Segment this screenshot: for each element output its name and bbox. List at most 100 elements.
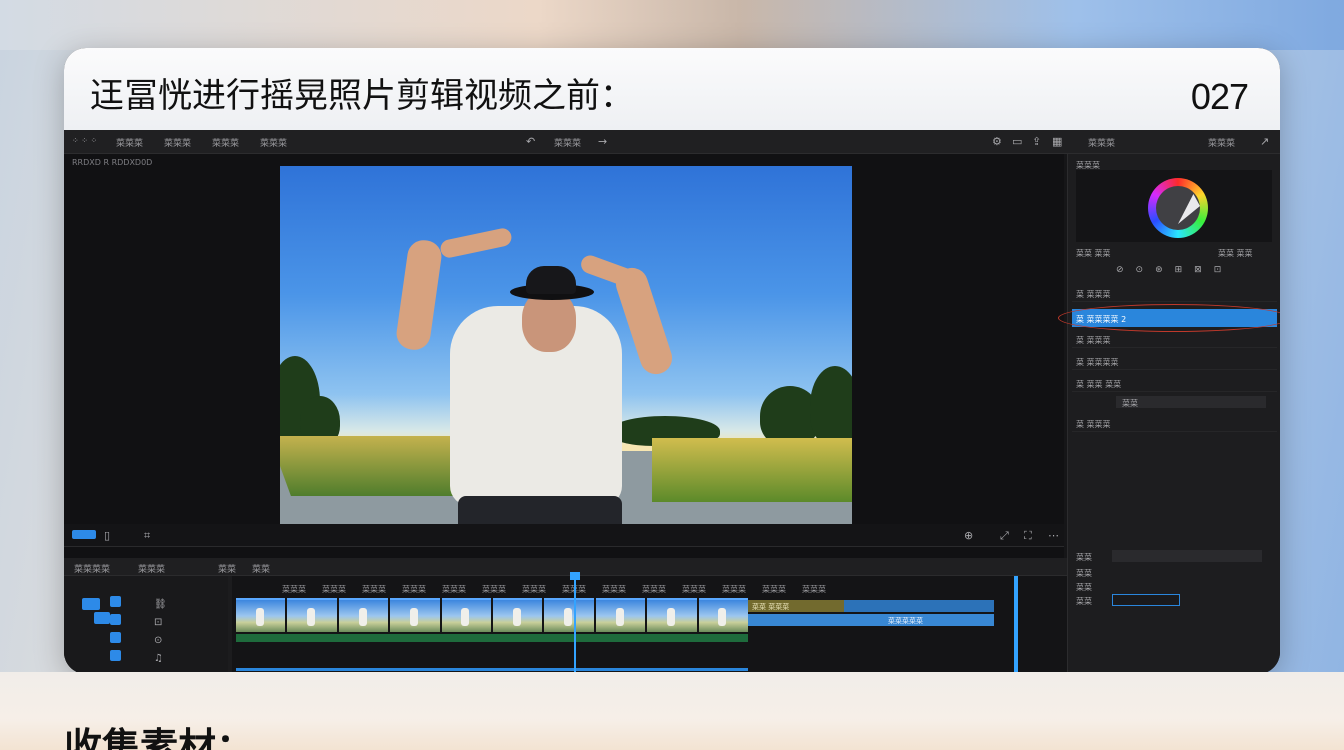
player-panel: RRDXD R RDDXD0D xyxy=(64,154,1064,534)
track-header-panel: ⛓ ⊡ ⊙ ♫ xyxy=(64,576,228,674)
playhead-handle[interactable] xyxy=(570,572,580,580)
viewer-controls: ▯ ⌗ ⊕ ⤢ ⛶ ⋯ xyxy=(64,524,1064,546)
marker-7: 菜菜菜 xyxy=(522,585,546,594)
video-preview[interactable] xyxy=(280,166,852,534)
clip-thumbnail[interactable] xyxy=(287,598,337,632)
eye-icon[interactable]: ⊙ xyxy=(154,636,162,646)
media-icon-2[interactable] xyxy=(94,612,110,624)
mute-icon[interactable]: ♫ xyxy=(154,654,163,664)
clip-thumbnail[interactable] xyxy=(338,598,389,632)
fullscreen-icon[interactable]: ⛶ xyxy=(1024,530,1032,541)
account-label[interactable]: 菜菜菜 xyxy=(1208,136,1235,149)
chat-icon[interactable]: ▭ xyxy=(1012,136,1022,147)
bottom-label-3: 菜菜 xyxy=(1076,583,1092,592)
inspector-row-3[interactable]: 菜 菜菜菜 xyxy=(1072,330,1277,348)
arrow-right-icon[interactable]: → xyxy=(598,136,607,147)
background-blur-top xyxy=(0,0,1344,50)
timeline-tab-4[interactable]: 菜菜 xyxy=(252,562,270,575)
clip-thumbnail[interactable] xyxy=(595,598,646,632)
undo-icon[interactable]: ↶ xyxy=(526,136,535,147)
zoom-icon[interactable]: ⊕ xyxy=(964,530,973,541)
editor-menubar: ⁘ ⁘ ⁘ 菜菜菜 菜菜菜 菜菜菜 菜菜菜 ↶ 菜菜菜 → ⚙ ▭ ⇪ ▦ 菜菜… xyxy=(64,130,1280,154)
inspector-row-selected[interactable]: 菜 菜菜菜菜 2 xyxy=(1058,304,1280,332)
clip-icon-4[interactable] xyxy=(110,650,121,661)
crop-icon[interactable]: ⌗ xyxy=(144,530,150,541)
timeline-scrollbar[interactable] xyxy=(236,668,748,671)
timeline-toolbar: 菜菜菜菜 菜菜菜 菜菜 菜菜 xyxy=(64,558,1067,576)
tool-icons-row[interactable]: ⊘⊙⊛⊞⊠⊡ xyxy=(1116,266,1233,275)
wheel-label: 菜菜 菜菜 xyxy=(1076,249,1111,258)
bottom-field-1[interactable] xyxy=(1112,550,1262,562)
menu-item-1[interactable]: 菜菜菜 xyxy=(116,136,143,149)
clip-thumbnail[interactable] xyxy=(698,598,749,632)
layout-icon[interactable]: ▯ xyxy=(104,530,110,541)
video-clip-track[interactable] xyxy=(236,598,749,632)
timeline-end-marker[interactable] xyxy=(1014,576,1018,674)
marker-13: 菜菜菜 xyxy=(762,585,786,594)
link-icon[interactable]: ⛓ xyxy=(154,600,167,610)
expand-icon[interactable]: ↗ xyxy=(1260,136,1269,147)
clip-thumbnail[interactable] xyxy=(441,598,492,632)
settings-icon[interactable]: ⚙ xyxy=(992,136,1002,147)
share-icon[interactable]: ⇪ xyxy=(1032,136,1041,147)
clip-thumbnail[interactable] xyxy=(390,598,440,632)
color-wheel-box xyxy=(1076,170,1272,242)
marker-4: 菜菜菜 xyxy=(402,585,426,594)
bottom-label-2: 菜菜 xyxy=(1076,569,1092,578)
clip-thumbnail[interactable] xyxy=(544,598,594,632)
inspector-row-5[interactable]: 菜 菜菜 菜菜 xyxy=(1072,374,1277,392)
view-mode-icon[interactable] xyxy=(72,530,96,539)
playhead[interactable] xyxy=(574,576,576,674)
center-menu-label[interactable]: 菜菜菜 xyxy=(554,136,581,149)
lock-icon[interactable]: ⊡ xyxy=(154,618,162,628)
inspector-panel: 菜菜 菜 菜菜 菜菜 菜菜 菜菜 ⊘⊙⊛⊞⊠⊡ 菜 菜菜菜 菜 菜菜菜菜 2 菜 … xyxy=(1058,154,1280,674)
menu-item-3[interactable]: 菜菜菜 xyxy=(212,136,239,149)
inspector-row-7[interactable]: 菜 菜菜菜 xyxy=(1072,414,1277,432)
marker-3: 菜菜菜 xyxy=(362,585,386,594)
audio-clip-2[interactable]: 菜菜菜菜菜 xyxy=(748,614,994,626)
tree-right-2 xyxy=(810,366,852,446)
clip-thumbnail[interactable] xyxy=(493,598,543,632)
audio-clip-1-head[interactable]: 菜菜 菜菜菜 xyxy=(748,600,844,612)
marker-11: 菜菜菜 xyxy=(682,585,706,594)
marker-1: 菜菜菜 xyxy=(282,585,306,594)
inspector-row-1[interactable]: 菜 菜菜菜 xyxy=(1072,284,1277,302)
timeline-tracks[interactable]: 菜菜菜 菜菜菜 菜菜菜 菜菜菜 菜菜菜 菜菜菜 菜菜菜 菜菜菜 菜菜菜 菜菜菜 … xyxy=(232,572,1067,674)
menu-item-4[interactable]: 菜菜菜 xyxy=(260,136,287,149)
wheel-value: 菜菜 菜菜 xyxy=(1218,249,1253,258)
menu-item-2[interactable]: 菜菜菜 xyxy=(164,136,191,149)
clip-icon[interactable] xyxy=(110,596,121,607)
timeline-tab-2[interactable]: 菜菜菜 xyxy=(138,562,165,575)
marker-2: 菜菜菜 xyxy=(322,585,346,594)
timeline-tab-1[interactable]: 菜菜菜菜 xyxy=(74,562,110,575)
card-title: 迋冨恍进行摇晃照片剪辑视频之前： xyxy=(90,76,634,116)
bottom-label-4: 菜菜 xyxy=(1076,597,1092,606)
marker-5: 菜菜菜 xyxy=(442,585,466,594)
left-hand xyxy=(438,226,514,260)
bottom-label-1: 菜菜 xyxy=(1076,553,1092,562)
window-controls-icon[interactable]: ⁘ ⁘ ⁘ xyxy=(72,137,97,145)
timeline-tab-3[interactable]: 菜菜 xyxy=(218,562,236,575)
color-wheel[interactable] xyxy=(1148,178,1208,238)
effect-track[interactable] xyxy=(236,634,748,642)
clip-thumbnail[interactable] xyxy=(647,598,697,632)
marker-6: 菜菜菜 xyxy=(482,585,506,594)
content-card: 迋冨恍进行摇晃照片剪辑视频之前： 027 ⁘ ⁘ ⁘ 菜菜菜 菜菜菜 菜菜菜 菜… xyxy=(64,48,1280,674)
media-icon[interactable] xyxy=(82,598,100,610)
fit-icon[interactable]: ⤢ xyxy=(1000,530,1009,541)
timeline-panel: 菜菜菜菜 菜菜菜 菜菜 菜菜 ⛓ ⊡ ⊙ ♫ 菜菜菜 菜菜菜 菜菜菜 菜菜菜 菜… xyxy=(64,558,1067,674)
inspector-field[interactable]: 菜菜 xyxy=(1116,396,1266,408)
bottom-field-active[interactable] xyxy=(1112,594,1180,606)
clip-thumbnail[interactable] xyxy=(236,598,286,632)
export-label[interactable]: 菜菜菜 xyxy=(1088,136,1115,149)
clip-icon-2[interactable] xyxy=(110,614,121,625)
clip-icon-3[interactable] xyxy=(110,632,121,643)
more-icon[interactable]: ⋯ xyxy=(1048,530,1059,541)
grass-right xyxy=(652,438,852,502)
inspector-row-4[interactable]: 菜 菜菜菜菜 xyxy=(1072,352,1277,370)
time-ruler[interactable] xyxy=(64,546,1064,558)
section-heading: 收集素材： xyxy=(64,725,255,750)
card-header: 迋冨恍进行摇晃照片剪辑视频之前： 027 xyxy=(64,48,1280,130)
marker-10: 菜菜菜 xyxy=(642,585,666,594)
grid-icon[interactable]: ▦ xyxy=(1052,136,1062,147)
